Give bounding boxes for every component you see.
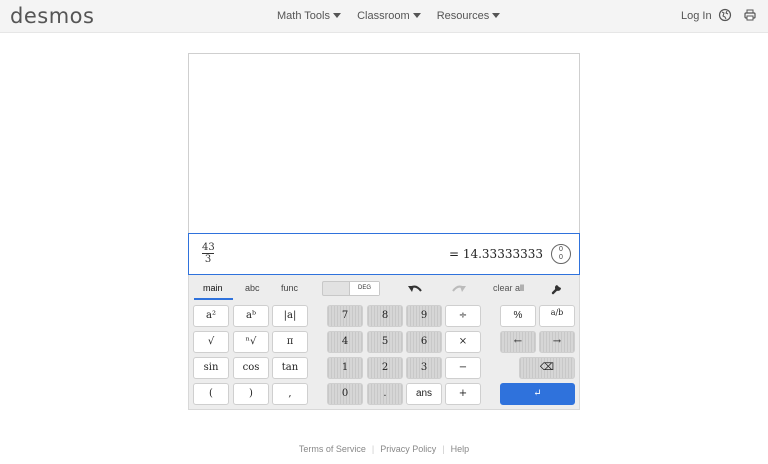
key-ans[interactable]: ans xyxy=(406,383,442,405)
history-area xyxy=(188,53,580,233)
nav-classroom[interactable]: Classroom xyxy=(357,10,421,22)
format-top: 0 xyxy=(559,246,563,253)
key-cos[interactable]: cos xyxy=(233,357,269,379)
print-icon[interactable] xyxy=(743,8,757,22)
login-link[interactable]: Log In xyxy=(681,10,712,22)
key-backspace[interactable]: ⌫ xyxy=(519,357,575,379)
undo-icon[interactable] xyxy=(407,283,423,295)
key-enter[interactable]: ↵ xyxy=(500,383,575,405)
key-arrow-right[interactable]: → xyxy=(539,331,575,353)
main-nav: Math Tools Classroom Resources xyxy=(277,10,513,22)
key-minus[interactable]: − xyxy=(445,357,481,379)
key-plus[interactable]: + xyxy=(445,383,481,405)
tab-func[interactable]: func xyxy=(281,283,298,293)
key-3[interactable]: 3 xyxy=(406,357,442,379)
key-4[interactable]: 4 xyxy=(327,331,363,353)
key-sqrt[interactable]: √ xyxy=(193,331,229,353)
key-7[interactable]: 7 xyxy=(327,305,363,327)
caret-down-icon xyxy=(492,13,501,18)
globe-icon[interactable] xyxy=(718,8,732,22)
key-pi[interactable]: π xyxy=(272,331,308,353)
top-bar: desmos Math Tools Classroom Resources Lo… xyxy=(0,0,768,33)
key-decimal[interactable]: . xyxy=(367,383,403,405)
key-right-paren[interactable]: ) xyxy=(233,383,269,405)
deg-label: DEG xyxy=(349,282,379,295)
key-8[interactable]: 8 xyxy=(367,305,403,327)
fraction-expression: 43 3 xyxy=(202,242,215,265)
key-multiply[interactable]: × xyxy=(445,331,481,353)
desmos-logo[interactable]: desmos xyxy=(10,4,94,28)
footer-separator: | xyxy=(442,444,445,454)
nav-classroom-label: Classroom xyxy=(357,10,410,22)
key-5[interactable]: 5 xyxy=(367,331,403,353)
key-square[interactable]: a² xyxy=(193,305,229,327)
key-1[interactable]: 1 xyxy=(327,357,363,379)
key-sin[interactable]: sin xyxy=(193,357,229,379)
privacy-link[interactable]: Privacy Policy xyxy=(380,444,436,454)
format-bottom: 0 xyxy=(559,254,563,261)
tab-abc[interactable]: abc xyxy=(245,283,260,293)
fraction-denominator: 3 xyxy=(204,254,212,265)
keypad: main abc func DEG clear all a² aᵇ |a| √ … xyxy=(188,275,580,410)
key-9[interactable]: 9 xyxy=(406,305,442,327)
key-arrow-left[interactable]: ← xyxy=(500,331,536,353)
redo-icon[interactable] xyxy=(451,283,467,295)
fraction-numerator: 43 xyxy=(202,242,215,254)
clear-all-button[interactable]: clear all xyxy=(493,283,524,293)
expression-input[interactable]: 43 3 = 14.33333333 0 0 xyxy=(188,233,580,275)
key-divide[interactable]: ÷ xyxy=(445,305,481,327)
nav-math-tools[interactable]: Math Tools xyxy=(277,10,341,22)
fraction-format-toggle[interactable]: 0 0 xyxy=(551,244,571,264)
key-power[interactable]: aᵇ xyxy=(233,305,269,327)
tab-main[interactable]: main xyxy=(203,283,223,293)
result-value: = 14.33333333 xyxy=(448,247,543,261)
keypad-toolbar: main abc func DEG clear all xyxy=(189,275,581,301)
key-6[interactable]: 6 xyxy=(406,331,442,353)
key-percent[interactable]: % xyxy=(500,305,536,327)
angle-mode-toggle[interactable]: DEG xyxy=(322,281,380,296)
nav-resources-label: Resources xyxy=(436,10,490,22)
active-tab-indicator xyxy=(194,298,233,300)
key-fraction[interactable]: a/b xyxy=(539,305,575,327)
caret-down-icon xyxy=(333,13,341,18)
footer-separator: | xyxy=(371,444,375,454)
nav-resources[interactable]: Resources xyxy=(437,10,501,22)
help-link[interactable]: Help xyxy=(451,444,470,454)
key-fraction-label: a/b xyxy=(550,308,564,317)
key-comma[interactable]: , xyxy=(272,383,308,405)
key-0[interactable]: 0 xyxy=(327,383,363,405)
caret-down-icon xyxy=(412,13,421,18)
key-2[interactable]: 2 xyxy=(367,357,403,379)
nav-math-tools-label: Math Tools xyxy=(277,10,330,22)
key-tan[interactable]: tan xyxy=(272,357,308,379)
key-abs[interactable]: |a| xyxy=(272,305,308,327)
key-nth-root[interactable]: ⁿ√ xyxy=(233,331,269,353)
terms-link[interactable]: Terms of Service xyxy=(299,444,366,454)
wrench-icon[interactable] xyxy=(550,281,564,295)
scientific-calculator: 43 3 = 14.33333333 0 0 main abc func DEG xyxy=(188,53,580,410)
footer: Terms of Service | Privacy Policy | Help xyxy=(0,444,768,454)
key-left-paren[interactable]: ( xyxy=(193,383,229,405)
